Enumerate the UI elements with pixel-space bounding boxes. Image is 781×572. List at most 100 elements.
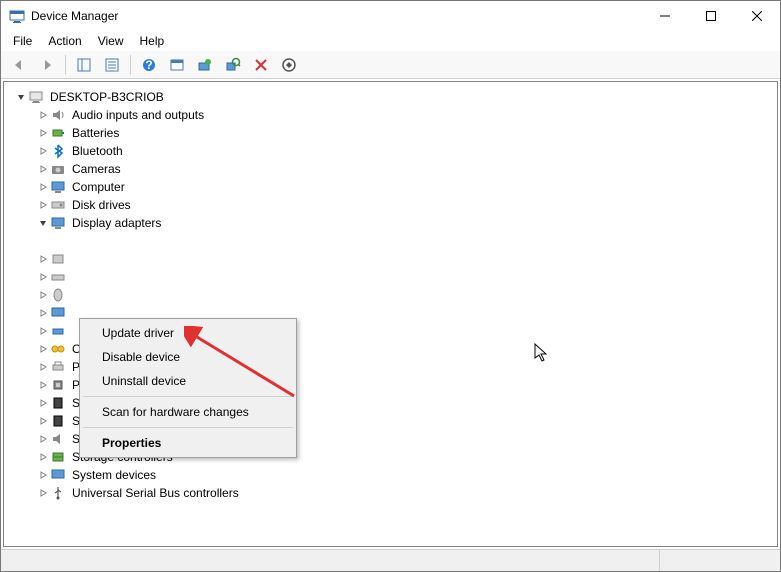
menu-action[interactable]: Action [40,32,89,50]
chevron-right-icon[interactable] [36,198,50,212]
storage-icon [50,449,66,465]
forward-button[interactable] [35,53,59,77]
menu-view[interactable]: View [90,32,132,50]
toolbar: ? [1,51,780,79]
chevron-right-icon[interactable] [36,468,50,482]
disk-icon [50,197,66,213]
chevron-right-icon[interactable] [36,252,50,266]
chevron-right-icon[interactable] [36,324,50,338]
category-usb-controllers[interactable]: Universal Serial Bus controllers [36,484,777,502]
back-button[interactable] [7,53,31,77]
system-icon [50,467,66,483]
chevron-right-icon[interactable] [36,126,50,140]
show-hide-console-tree-button[interactable] [72,53,96,77]
update-driver-button[interactable] [193,53,217,77]
category-cameras[interactable]: Cameras [36,160,777,178]
scan-hardware-button[interactable] [221,53,245,77]
ctx-uninstall-device[interactable]: Uninstall device [82,369,294,393]
computer-icon [50,179,66,195]
battery-icon [50,125,66,141]
ctx-disable-device[interactable]: Disable device [82,345,294,369]
category-audio[interactable]: Audio inputs and outputs [36,106,777,124]
chevron-right-icon[interactable] [36,378,50,392]
ctx-separator [83,396,293,397]
properties-button[interactable] [100,53,124,77]
network-icon [50,323,66,339]
display-children [58,232,777,250]
mouse-icon [50,287,66,303]
chevron-right-icon[interactable] [36,144,50,158]
chevron-right-icon[interactable] [36,342,50,356]
bluetooth-icon [50,143,66,159]
action-button[interactable] [165,53,189,77]
display-icon [72,233,88,249]
speaker-icon [50,107,66,123]
disable-button[interactable] [277,53,301,77]
other-icon [50,341,66,357]
category-batteries[interactable]: Batteries [36,124,777,142]
display-adapter-item[interactable] [58,232,777,250]
window-title: Device Manager [31,9,642,23]
menu-help[interactable]: Help [132,32,173,50]
category-system-devices[interactable]: System devices [36,466,777,484]
chevron-right-icon[interactable] [36,288,50,302]
camera-icon [50,161,66,177]
device-tree-panel: DESKTOP-B3CRIOB Audio inputs and outputs… [3,81,778,547]
chevron-right-icon[interactable] [36,414,50,428]
chevron-right-icon[interactable] [36,486,50,500]
category-hid[interactable]: Human Interface Devices [36,250,777,268]
category-keyboards[interactable]: Keyboards [36,268,777,286]
titlebar: Device Manager [1,1,780,31]
sound-icon [50,431,66,447]
svg-text:?: ? [145,58,152,72]
ctx-update-driver[interactable]: Update driver [82,321,294,345]
printer-icon [50,359,66,375]
device-manager-window: Device Manager File Action View Help ? [0,0,781,572]
chevron-right-icon[interactable] [36,162,50,176]
statusbar [1,549,780,571]
chevron-down-icon[interactable] [14,90,28,104]
category-mice[interactable]: Mice and other pointing devices [36,286,777,304]
menu-file[interactable]: File [5,32,40,50]
ctx-scan-hardware[interactable]: Scan for hardware changes [82,400,294,424]
keyboard-icon [50,269,66,285]
status-pane [660,550,780,571]
help-button[interactable]: ? [137,53,161,77]
tree-root[interactable]: DESKTOP-B3CRIOB [14,88,777,106]
toolbar-separator [130,55,131,75]
ctx-properties[interactable]: Properties [82,431,294,455]
context-menu: Update driver Disable device Uninstall d… [79,318,297,458]
display-icon [50,215,66,231]
chevron-right-icon[interactable] [36,306,50,320]
category-computer[interactable]: Computer [36,178,777,196]
chevron-right-icon[interactable] [36,108,50,122]
ctx-separator [83,427,293,428]
minimize-button[interactable] [642,1,688,31]
category-disk-drives[interactable]: Disk drives [36,196,777,214]
close-button[interactable] [734,1,780,31]
chevron-right-icon[interactable] [36,432,50,446]
status-pane [1,550,660,571]
chevron-right-icon[interactable] [36,360,50,374]
chevron-right-icon[interactable] [36,270,50,284]
root-label: DESKTOP-B3CRIOB [48,88,166,106]
category-bluetooth[interactable]: Bluetooth [36,142,777,160]
toolbar-separator [65,55,66,75]
sd-icon [50,395,66,411]
chevron-down-icon[interactable] [36,216,50,230]
usb-icon [50,485,66,501]
menubar: File Action View Help [1,31,780,51]
software-icon [50,413,66,429]
chevron-right-icon[interactable] [36,180,50,194]
monitor-icon [50,305,66,321]
computer-icon [28,89,44,105]
window-controls [642,1,780,31]
chevron-right-icon[interactable] [36,450,50,464]
uninstall-button[interactable] [249,53,273,77]
maximize-button[interactable] [688,1,734,31]
hid-icon [50,251,66,267]
cpu-icon [50,377,66,393]
category-display-adapters[interactable]: Display adapters [36,214,777,232]
app-icon [9,8,25,24]
chevron-right-icon[interactable] [36,396,50,410]
